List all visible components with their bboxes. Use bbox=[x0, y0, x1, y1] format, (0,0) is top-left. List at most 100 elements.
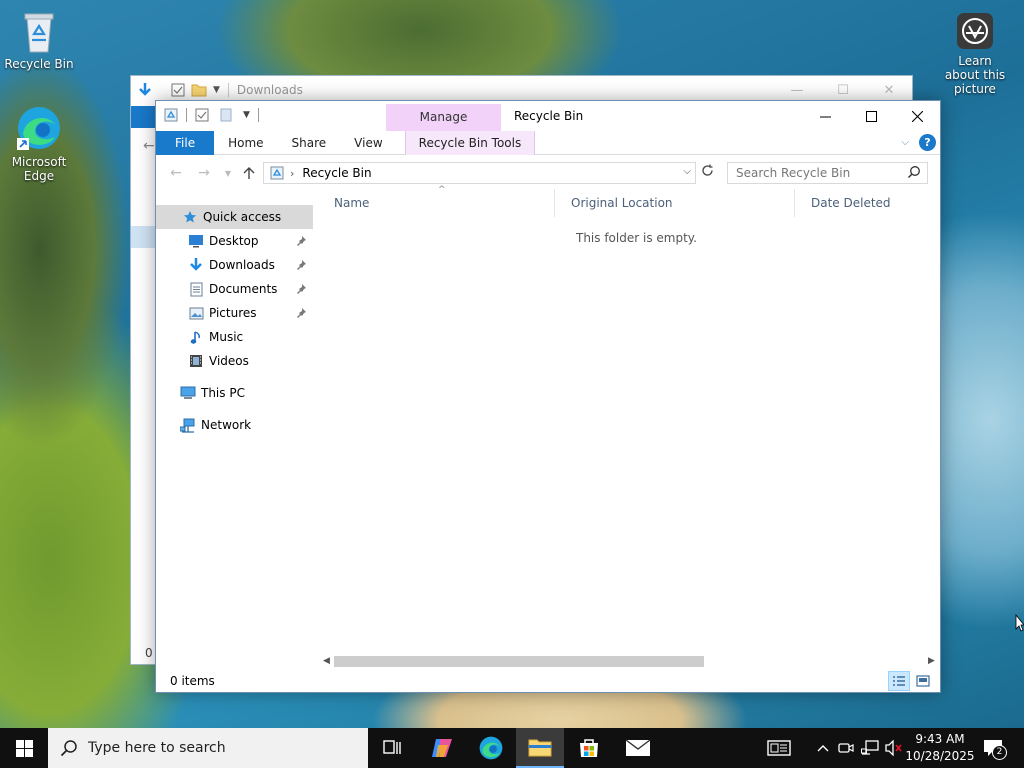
tab-view[interactable]: View bbox=[340, 131, 396, 155]
meet-now-button[interactable] bbox=[836, 728, 856, 768]
minimize-icon bbox=[819, 116, 831, 117]
tab-file[interactable]: File bbox=[156, 130, 215, 155]
expand-ribbon-icon[interactable]: ⌵ bbox=[901, 137, 909, 148]
column-header-name[interactable]: Name bbox=[318, 189, 554, 217]
nav-item-desktop[interactable]: Desktop bbox=[156, 229, 313, 253]
status-bar: 0 items bbox=[156, 671, 940, 693]
nav-item-downloads[interactable]: Downloads bbox=[156, 253, 313, 277]
address-bar[interactable]: › Recycle Bin ⌵ bbox=[263, 162, 696, 184]
notification-center-button[interactable]: 2 bbox=[978, 728, 1008, 768]
navigation-pane: Quick access Desktop Downloads Documents bbox=[156, 205, 313, 645]
network-tray-button[interactable] bbox=[859, 728, 881, 768]
titlebar: ▼ Manage Recycle Bin bbox=[156, 101, 940, 131]
edge-taskbar-button[interactable] bbox=[467, 728, 515, 768]
column-headers: Name ^ Original Location Date Deleted bbox=[318, 185, 938, 217]
recycle-bin-small-icon[interactable] bbox=[164, 108, 178, 122]
tab-recycle-bin-tools[interactable]: Recycle Bin Tools bbox=[404, 130, 536, 155]
scroll-right-icon[interactable]: ▶ bbox=[923, 653, 940, 670]
column-header-original-location[interactable]: Original Location bbox=[554, 189, 794, 217]
desktop-icon-edge[interactable]: Microsoft Edge bbox=[1, 104, 77, 183]
edge-icon bbox=[479, 736, 503, 760]
recent-locations-button[interactable]: ▼ bbox=[218, 164, 238, 182]
nav-item-videos[interactable]: Videos bbox=[156, 349, 313, 373]
scrollbar-thumb[interactable] bbox=[334, 656, 704, 667]
qat-dropdown-icon[interactable]: ▼ bbox=[243, 110, 250, 120]
close-button[interactable] bbox=[894, 101, 940, 131]
horizontal-scrollbar[interactable]: ◀ ▶ bbox=[318, 653, 940, 670]
search-box[interactable]: Search Recycle Bin bbox=[727, 162, 928, 184]
large-icons-view-icon bbox=[916, 675, 930, 687]
search-icon[interactable] bbox=[907, 165, 921, 179]
network-tray-icon bbox=[861, 740, 879, 755]
column-header-date-deleted[interactable]: Date Deleted bbox=[794, 189, 938, 217]
show-hidden-icons-button[interactable] bbox=[812, 728, 834, 768]
scroll-left-icon[interactable]: ◀ bbox=[318, 653, 335, 670]
maximize-button[interactable] bbox=[848, 101, 894, 131]
nav-item-label: Network bbox=[201, 418, 252, 432]
copilot-button[interactable] bbox=[418, 728, 466, 768]
download-arrow-icon bbox=[188, 257, 204, 273]
file-explorer-taskbar-button[interactable] bbox=[516, 728, 564, 768]
pin-icon[interactable] bbox=[297, 283, 307, 297]
minimize-button[interactable] bbox=[802, 101, 848, 131]
details-view-icon bbox=[893, 676, 905, 686]
clock-date: 10/28/2025 bbox=[905, 749, 975, 763]
window-title: Recycle Bin bbox=[514, 109, 584, 123]
background-window-title: Downloads bbox=[227, 83, 303, 97]
nav-item-network[interactable]: Network bbox=[156, 413, 313, 437]
desktop-icon-label: Learn about this picture bbox=[944, 54, 1006, 96]
news-icon bbox=[767, 740, 791, 756]
network-icon bbox=[180, 417, 196, 433]
up-button[interactable] bbox=[239, 164, 259, 182]
news-widget-button[interactable] bbox=[762, 728, 796, 768]
refresh-button[interactable] bbox=[698, 164, 716, 182]
nav-item-music[interactable]: Music bbox=[156, 325, 313, 349]
taskbar-search-box[interactable]: Type here to search bbox=[48, 728, 368, 768]
background-file-tab[interactable] bbox=[131, 106, 157, 128]
help-icon[interactable]: ? bbox=[919, 134, 936, 151]
explorer-window-recycle-bin[interactable]: ▼ Manage Recycle Bin File Home Share Vie… bbox=[155, 100, 941, 693]
task-view-button[interactable] bbox=[368, 728, 416, 768]
pin-icon[interactable] bbox=[297, 307, 307, 321]
details-view-button[interactable] bbox=[888, 671, 910, 691]
taskbar-clock[interactable]: 9:43 AM 10/28/2025 bbox=[905, 731, 975, 765]
nav-item-quick-access[interactable]: Quick access bbox=[156, 205, 313, 229]
folder-icon bbox=[191, 84, 207, 97]
empty-folder-message: This folder is empty. bbox=[576, 231, 697, 245]
tab-manage-context[interactable]: Manage bbox=[386, 104, 501, 131]
pictures-icon bbox=[188, 305, 204, 321]
nav-item-this-pc[interactable]: This PC bbox=[156, 381, 313, 405]
pin-icon[interactable] bbox=[297, 235, 307, 249]
store-taskbar-button[interactable] bbox=[565, 728, 613, 768]
breadcrumb-chevron-icon[interactable]: › bbox=[290, 167, 294, 180]
search-input-placeholder[interactable]: Search Recycle Bin bbox=[736, 166, 850, 180]
mail-icon bbox=[625, 739, 651, 756]
store-icon bbox=[580, 739, 598, 757]
forward-button[interactable]: → bbox=[194, 164, 214, 182]
breadcrumb-recycle-bin[interactable]: Recycle Bin bbox=[302, 166, 371, 180]
nav-item-label: Downloads bbox=[209, 258, 275, 272]
sort-ascending-icon: ^ bbox=[438, 185, 446, 195]
new-folder-icon[interactable] bbox=[219, 108, 233, 122]
desktop-icon-learn-about-picture[interactable]: Learn about this picture bbox=[937, 11, 1013, 96]
desktop-icon-recycle-bin[interactable]: Recycle Bin bbox=[1, 10, 77, 71]
volume-tray-button[interactable] bbox=[883, 728, 905, 768]
recycle-bin-small-icon bbox=[270, 166, 284, 180]
tab-share[interactable]: Share bbox=[278, 131, 341, 155]
tab-home[interactable]: Home bbox=[214, 131, 277, 155]
up-arrow-icon bbox=[243, 167, 255, 179]
back-arrow-icon: ← bbox=[143, 138, 155, 154]
large-icons-view-button[interactable] bbox=[912, 671, 934, 691]
back-button[interactable]: ← bbox=[166, 164, 186, 182]
address-dropdown-icon[interactable]: ⌵ bbox=[683, 166, 691, 177]
properties-icon[interactable] bbox=[195, 108, 209, 122]
nav-item-documents[interactable]: Documents bbox=[156, 277, 313, 301]
quick-access-toolbar: ▼ bbox=[164, 108, 263, 122]
star-icon bbox=[182, 209, 198, 225]
mail-taskbar-button[interactable] bbox=[614, 728, 662, 768]
nav-item-pictures[interactable]: Pictures bbox=[156, 301, 313, 325]
nav-item-label: Music bbox=[209, 330, 244, 344]
pin-icon[interactable] bbox=[297, 259, 307, 273]
start-button[interactable] bbox=[0, 728, 48, 768]
folder-icon bbox=[528, 739, 552, 757]
